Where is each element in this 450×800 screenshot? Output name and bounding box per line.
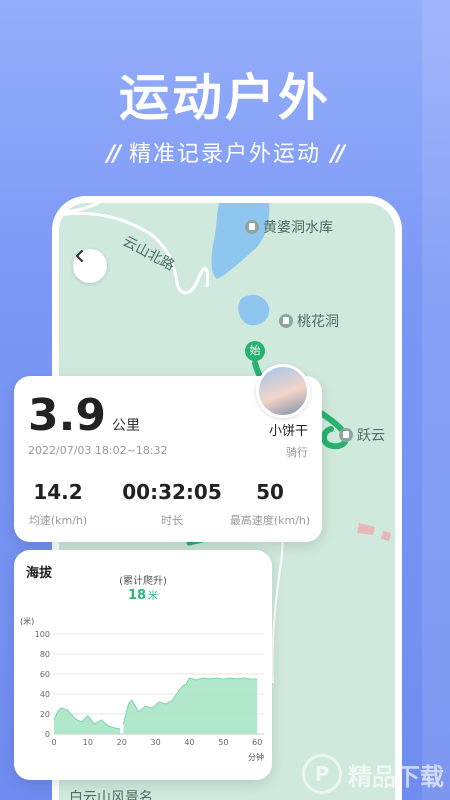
- distance: 3.9 公里: [28, 390, 140, 441]
- metric-avg-speed: 14.2 均速(km/h): [28, 480, 88, 528]
- watermark-text: 精品下载: [348, 762, 444, 791]
- map-label-peach-cave: 桃花洞: [279, 311, 339, 331]
- scenic-spot-icon: [339, 428, 353, 442]
- metric-max-speed: 50 最高速度(km/h): [224, 480, 316, 528]
- chevron-left-icon: [76, 250, 83, 262]
- ride-stats-card: 3.9 公里 2022/07/03 18:02~18:32 小饼干 骑行 14.2…: [14, 364, 322, 542]
- headline: 运动户外: [119, 69, 331, 127]
- metric-label: 时长: [161, 514, 183, 527]
- activity-type: 骑行: [286, 446, 308, 459]
- ride-date: 2022/07/03 18:02~18:32: [28, 444, 168, 457]
- x-axis-unit-label: 分钟: [248, 752, 264, 762]
- x-tick-label: 30: [151, 738, 161, 747]
- y-tick-label: 20: [40, 710, 50, 719]
- watermark-logo-icon: P: [302, 754, 342, 794]
- y-tick-label: 40: [40, 690, 50, 699]
- distance-unit: 公里: [111, 418, 140, 434]
- x-tick-label: 40: [184, 738, 194, 747]
- x-tick-label: 50: [218, 738, 228, 747]
- subline: // 精准记录户外运动 //: [0, 136, 450, 168]
- metric-value: 00:32:05: [122, 480, 222, 504]
- y-tick-label: 100: [35, 630, 50, 639]
- metric-value: 50: [256, 480, 284, 504]
- elevation-chart: (米) 0 20 40 60 80 100 0 10 20 30 40 50 60 分钟: [20, 616, 264, 762]
- metric-label: 最高速度(km/h): [229, 514, 311, 527]
- y-tick-label: 0: [45, 730, 50, 739]
- start-marker: 始: [245, 341, 265, 361]
- y-tick-label: 60: [40, 670, 50, 679]
- avatar[interactable]: [256, 364, 310, 418]
- scenic-spot-icon: [245, 220, 259, 234]
- map-label-yueyun: 跃云: [339, 425, 385, 445]
- y-axis-unit-label: (米): [20, 616, 34, 626]
- scenic-spot-icon: [279, 314, 293, 328]
- metric-label: 均速(km/h): [28, 514, 88, 527]
- slash-decoration-left: //: [106, 142, 121, 167]
- username: 小饼干: [268, 424, 308, 439]
- y-tick-label: 80: [40, 650, 50, 659]
- x-tick-label: 60: [252, 738, 262, 747]
- watermark: P 精品下载: [302, 754, 444, 794]
- map-label-reservoir: 黄婆洞水库: [245, 217, 333, 237]
- distance-value: 3.9: [28, 390, 106, 441]
- elevation-area-segment: [54, 708, 121, 734]
- metric-duration: 00:32:05 时长: [114, 480, 230, 528]
- elevation-card: 海拔 (累计爬升) 18 米 (米) 0 20 40 60 80 100 0 10 20 30 40 50…: [14, 550, 272, 780]
- elevation-area-segment: [123, 678, 258, 734]
- x-tick-label: 0: [51, 738, 56, 747]
- slash-decoration-right: //: [331, 142, 345, 167]
- x-tick-label: 20: [117, 738, 127, 747]
- back-button[interactable]: [73, 249, 107, 283]
- subline-text: 精准记录户外运动: [128, 142, 321, 167]
- x-tick-label: 10: [83, 738, 93, 747]
- metric-value: 14.2: [33, 480, 83, 504]
- map-label-baiyun-scenic: 白云山风景名: [69, 790, 153, 800]
